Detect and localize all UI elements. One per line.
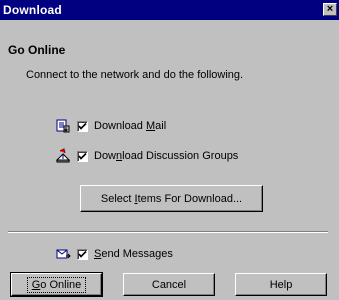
go-online-button[interactable]: Go Online bbox=[10, 272, 103, 297]
send-messages-label: Send Messages bbox=[94, 248, 173, 260]
select-items-label: Select Items For Download... bbox=[100, 192, 243, 205]
go-online-label: Go Online bbox=[26, 276, 87, 293]
download-mail-label: Download Mail bbox=[94, 120, 167, 132]
dialog-heading: Go Online bbox=[8, 43, 66, 57]
help-label: Help bbox=[269, 278, 293, 291]
window-title: Download bbox=[3, 3, 62, 17]
download-mail-checkbox[interactable] bbox=[77, 120, 88, 132]
mail-icon bbox=[55, 118, 71, 134]
download-discussion-label: Download Discussion Groups bbox=[94, 150, 239, 162]
send-messages-checkbox[interactable] bbox=[77, 248, 88, 260]
close-button[interactable]: × bbox=[323, 3, 337, 16]
download-discussion-checkbox[interactable] bbox=[77, 150, 88, 162]
discussion-icon bbox=[55, 148, 71, 164]
separator bbox=[8, 231, 328, 233]
help-button[interactable]: Help bbox=[235, 273, 327, 296]
option-download-mail[interactable]: Download Mail bbox=[55, 118, 166, 134]
cancel-label: Cancel bbox=[151, 278, 187, 291]
send-icon bbox=[55, 246, 71, 262]
close-icon: × bbox=[326, 3, 334, 15]
option-download-discussion-groups[interactable]: Download Discussion Groups bbox=[55, 148, 238, 164]
select-items-button[interactable]: Select Items For Download... bbox=[80, 185, 263, 212]
title-bar[interactable]: Download × bbox=[0, 0, 339, 20]
dialog-description: Connect to the network and do the follow… bbox=[26, 69, 244, 81]
download-dialog: Download × Go Online Connect to the netw… bbox=[0, 0, 339, 300]
cancel-button[interactable]: Cancel bbox=[123, 273, 215, 296]
option-send-messages[interactable]: Send Messages bbox=[55, 246, 173, 262]
